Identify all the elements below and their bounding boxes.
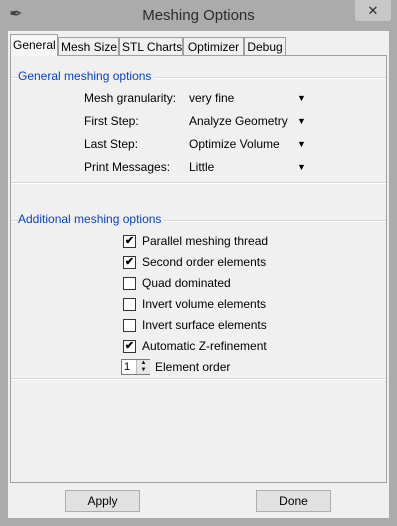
spin-up-icon[interactable]: ▲	[136, 360, 150, 367]
group-separator	[11, 378, 386, 380]
chevron-down-icon[interactable]: ▼	[297, 93, 306, 103]
last-step-select[interactable]: Optimize Volume	[189, 137, 280, 151]
element-order-value[interactable]: 1	[124, 360, 130, 374]
invert-volume-checkbox[interactable]	[123, 298, 136, 311]
title-bar[interactable]: ✒ Meshing Options ✕	[0, 0, 397, 31]
chevron-down-icon[interactable]: ▼	[297, 116, 306, 126]
first-step-select[interactable]: Analyze Geometry	[189, 114, 288, 128]
button-bar: Apply Done	[10, 483, 387, 518]
meshing-options-window: ✒ Meshing Options ✕ General Mesh Size ST…	[0, 0, 397, 526]
tab-stl-charts[interactable]: STL Charts	[119, 37, 183, 55]
mesh-granularity-select[interactable]: very fine	[189, 91, 234, 105]
z-refinement-checkbox[interactable]: ✔	[123, 340, 136, 353]
element-order-label: Element order	[155, 360, 231, 374]
chevron-down-icon[interactable]: ▼	[297, 139, 306, 149]
spin-down-icon[interactable]: ▼	[136, 367, 150, 374]
tab-optimizer[interactable]: Optimizer	[183, 37, 244, 55]
tab-debug[interactable]: Debug	[244, 37, 286, 55]
general-group-title: General meshing options	[18, 69, 155, 83]
mesh-granularity-label: Mesh granularity:	[84, 91, 177, 105]
last-step-label: Last Step:	[84, 137, 139, 151]
apply-button[interactable]: Apply	[65, 490, 140, 512]
z-refinement-label: Automatic Z-refinement	[142, 339, 267, 353]
element-order-spinbox[interactable]: 1 ▲ ▼	[121, 359, 150, 375]
tab-general[interactable]: General	[10, 34, 58, 56]
dialog-body: General Mesh Size STL Charts Optimizer D…	[8, 31, 389, 518]
chevron-down-icon[interactable]: ▼	[297, 162, 306, 172]
invert-surface-checkbox[interactable]	[123, 319, 136, 332]
done-button[interactable]: Done	[256, 490, 331, 512]
additional-group-title: Additional meshing options	[18, 212, 165, 226]
parallel-meshing-label: Parallel meshing thread	[142, 234, 269, 248]
print-messages-select[interactable]: Little	[189, 160, 214, 174]
quad-dominated-label: Quad dominated	[142, 276, 231, 290]
invert-volume-label: Invert volume elements	[142, 297, 267, 311]
print-messages-label: Print Messages:	[84, 160, 171, 174]
invert-surface-label: Invert surface elements	[142, 318, 267, 332]
parallel-meshing-checkbox[interactable]: ✔	[123, 235, 136, 248]
second-order-label: Second order elements	[142, 255, 267, 269]
second-order-checkbox[interactable]: ✔	[123, 256, 136, 269]
close-button[interactable]: ✕	[355, 0, 391, 21]
group-separator	[11, 182, 386, 184]
first-step-label: First Step:	[84, 114, 139, 128]
quad-dominated-checkbox[interactable]	[123, 277, 136, 290]
window-title: Meshing Options	[142, 7, 255, 24]
tab-mesh-size[interactable]: Mesh Size	[58, 37, 119, 55]
general-tab-panel: General meshing options Mesh granularity…	[10, 55, 387, 483]
